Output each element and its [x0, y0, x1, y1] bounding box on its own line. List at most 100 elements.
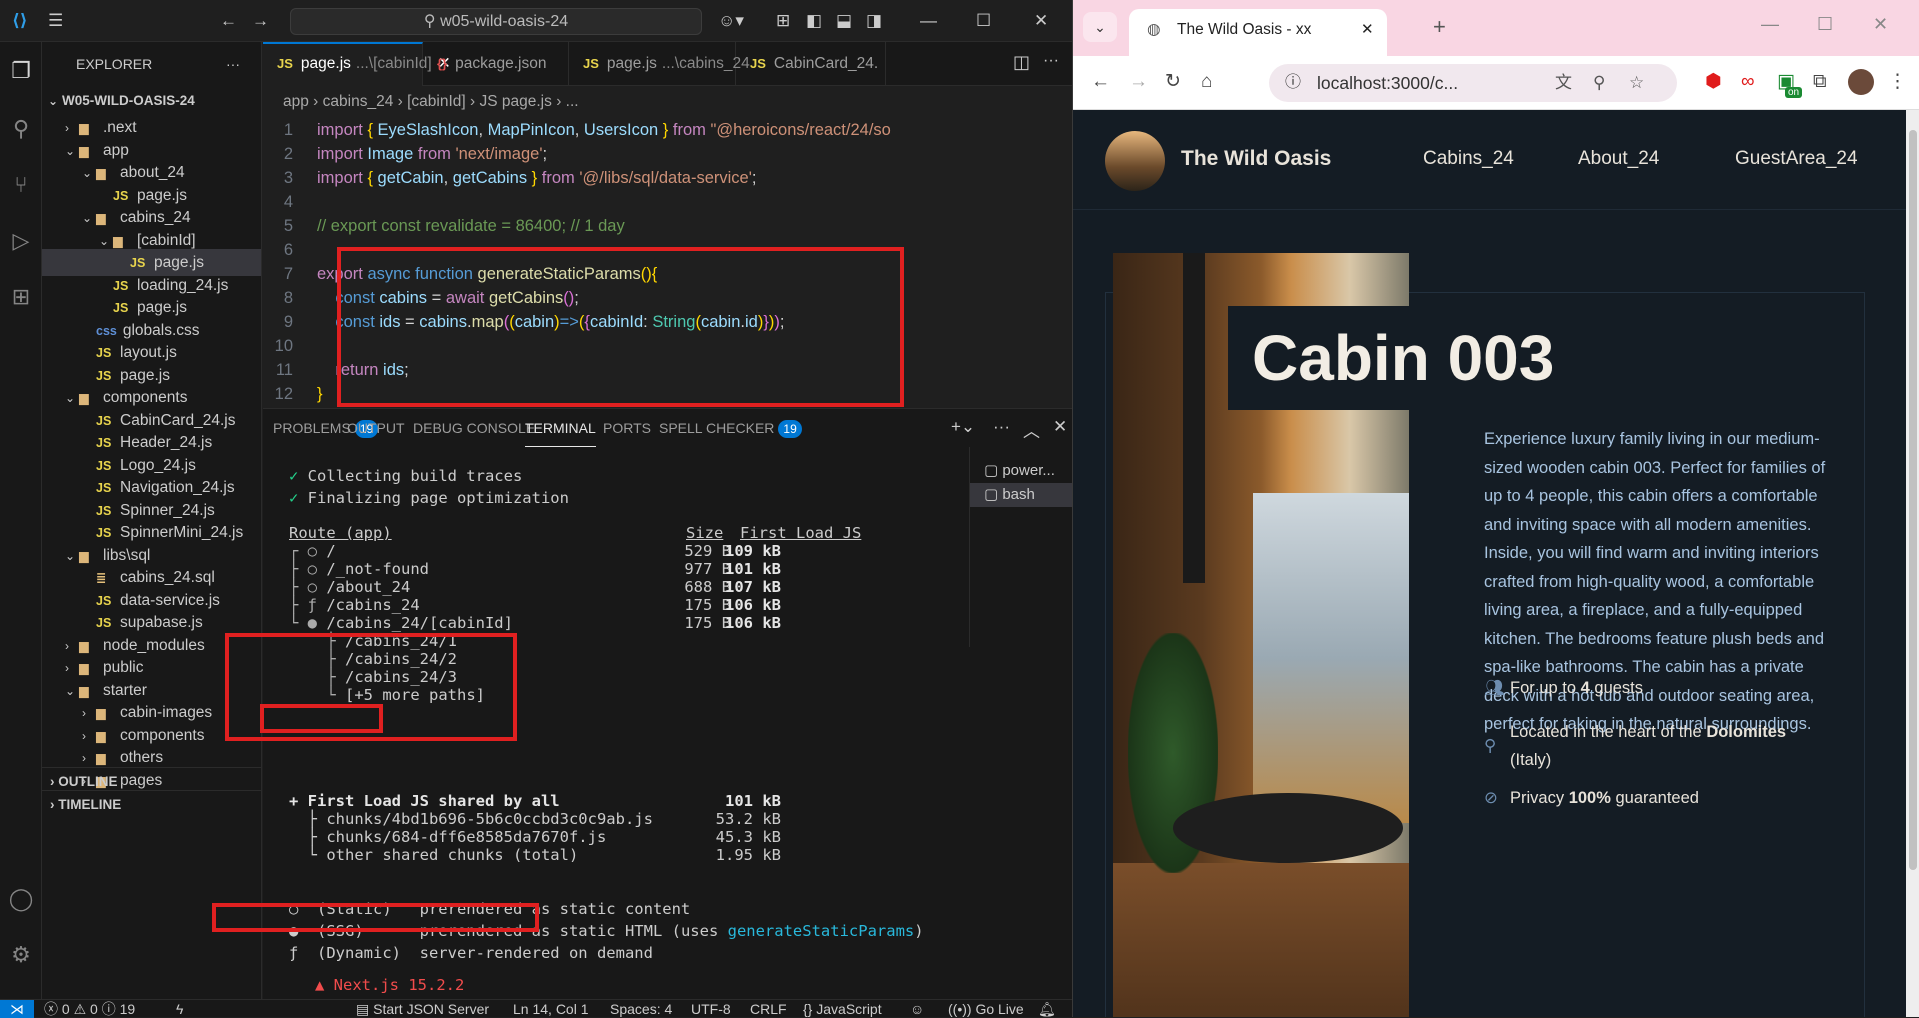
- toggle-panel-icon[interactable]: ⬓: [836, 11, 852, 31]
- terminal-instance[interactable]: ▢ power...: [970, 459, 1073, 483]
- close-panel-icon[interactable]: ✕: [1053, 417, 1067, 437]
- forward-icon[interactable]: →: [1129, 71, 1148, 93]
- timeline-section[interactable]: › TIMELINE: [42, 790, 261, 817]
- route-first-load: 106 kB: [725, 614, 781, 632]
- page-scrollbar[interactable]: [1906, 110, 1919, 1017]
- nav-guest-area[interactable]: GuestArea_24: [1735, 148, 1858, 170]
- copilot-icon[interactable]: ☺▾: [718, 11, 744, 31]
- customize-layout-icon[interactable]: ⊞: [776, 11, 790, 31]
- tree-label: app: [103, 141, 129, 159]
- breadcrumb-item[interactable]: JS page.js: [480, 93, 552, 110]
- tree-label: cabins_24.sql: [120, 569, 215, 586]
- editor-tab[interactable]: JS page.js ...\[cabinId] ✕: [263, 42, 451, 86]
- run-debug-icon[interactable]: ▷: [8, 228, 34, 254]
- back-icon[interactable]: ←: [1091, 71, 1110, 93]
- browser-tab[interactable]: ◍ The Wild Oasis - xx ✕: [1129, 9, 1387, 56]
- panel-tab[interactable]: DEBUG CONSOLE: [413, 409, 535, 447]
- extension-adblock-icon[interactable]: ⬢: [1705, 71, 1722, 93]
- translate-icon[interactable]: 文: [1555, 64, 1572, 102]
- breadcrumb-item[interactable]: cabins_24: [323, 93, 394, 110]
- panel-tab[interactable]: TERMINAL: [525, 409, 596, 447]
- home-icon[interactable]: ⌂: [1201, 71, 1212, 93]
- forward-arrow-icon[interactable]: →: [252, 11, 269, 31]
- zoom-icon[interactable]: ⚲: [1593, 64, 1605, 102]
- close-icon[interactable]: ✕: [1034, 11, 1048, 31]
- code-line: 2 import Image from 'next/image';: [283, 145, 548, 163]
- more-actions-icon[interactable]: ···: [993, 417, 1010, 437]
- encoding[interactable]: UTF-8: [691, 1000, 731, 1018]
- extensions-puzzle-icon[interactable]: ⧉: [1813, 71, 1827, 93]
- cursor-position[interactable]: Ln 14, Col 1: [513, 1000, 589, 1018]
- menu-icon[interactable]: ☰: [48, 11, 63, 31]
- reload-icon[interactable]: ↻: [1165, 71, 1181, 93]
- breadcrumb-separator: ›: [465, 93, 480, 110]
- terminal-line: ✓ Collecting build traces: [289, 467, 523, 485]
- settings-gear-icon[interactable]: ⚙: [8, 942, 34, 968]
- breadcrumb-item[interactable]: [cabinId]: [407, 93, 466, 110]
- new-terminal-icon[interactable]: +⌄: [951, 417, 975, 437]
- address-bar[interactable]: ⓘ localhost:3000/c... 文 ⚲ ☆: [1269, 64, 1677, 102]
- breadcrumb-item[interactable]: ...: [566, 93, 579, 110]
- back-arrow-icon[interactable]: ←: [220, 11, 237, 31]
- more-actions-icon[interactable]: ···: [1043, 52, 1059, 70]
- maximize-panel-icon[interactable]: ︿: [1023, 417, 1040, 442]
- source-control-icon[interactable]: ⑂: [8, 172, 34, 198]
- minimize-icon[interactable]: —: [920, 11, 937, 31]
- split-editor-icon[interactable]: ◫: [1013, 52, 1030, 73]
- terminal-output[interactable]: ✓ Collecting build traces ✓ Finalizing p…: [263, 447, 953, 1000]
- toggle-secondary-sidebar-icon[interactable]: ◨: [866, 11, 882, 31]
- panel-tab[interactable]: OUTPUT: [347, 409, 405, 447]
- tree-label: [cabinId]: [137, 231, 196, 249]
- tab-search-icon[interactable]: ⌄: [1083, 12, 1117, 42]
- lightning-icon[interactable]: ϟ: [176, 1000, 183, 1018]
- maximize-icon[interactable]: ☐: [1817, 14, 1833, 35]
- site-brand[interactable]: The Wild Oasis: [1181, 147, 1331, 171]
- nav-about[interactable]: About_24: [1578, 148, 1659, 170]
- toggle-sidebar-icon[interactable]: ◧: [806, 11, 822, 31]
- extension-icon[interactable]: ∞: [1741, 71, 1755, 93]
- new-tab-icon[interactable]: +: [1433, 14, 1446, 40]
- account-icon[interactable]: ◯: [8, 886, 34, 912]
- site-info-icon[interactable]: ⓘ: [1285, 64, 1301, 102]
- copilot-status-icon[interactable]: ☺: [910, 1000, 924, 1018]
- json-server-status[interactable]: ▤ Start JSON Server: [356, 1000, 489, 1018]
- bookmark-star-icon[interactable]: ☆: [1629, 64, 1644, 102]
- more-actions-icon[interactable]: ···: [226, 42, 240, 87]
- command-center-search[interactable]: ⚲ w05-wild-oasis-24: [290, 8, 702, 35]
- panel-tab[interactable]: SPELL CHECKER 19: [659, 409, 802, 447]
- workspace-root[interactable]: ⌄ W05-WILD-OASIS-24: [42, 87, 261, 114]
- go-live-button[interactable]: ((•)) Go Live: [948, 1000, 1024, 1018]
- code-editor[interactable]: 1 import { EyeSlashIcon, MapPinIcon, User…: [263, 118, 1072, 408]
- profile-avatar[interactable]: [1848, 69, 1874, 95]
- title-bar: ⟨⟩ ☰ ← → ⚲ w05-wild-oasis-24 ☺▾ ⊞ ◧ ⬓ ◨ …: [0, 0, 1072, 42]
- feature-guests: 👥︎ For up to 4 guests: [1484, 674, 1643, 702]
- close-icon[interactable]: ✕: [1873, 14, 1888, 35]
- maximize-icon[interactable]: ☐: [976, 11, 991, 31]
- explorer-icon[interactable]: ❐: [8, 58, 34, 84]
- terminal-instance[interactable]: ▢ bash: [970, 483, 1073, 507]
- website-viewport: The Wild Oasis Cabins_24 About_24 GuestA…: [1073, 110, 1906, 1017]
- editor-tab[interactable]: {} package.json: [423, 42, 569, 86]
- scrollbar-thumb[interactable]: [1909, 130, 1917, 870]
- remote-icon[interactable]: ⋊: [0, 1000, 34, 1018]
- tree-label: supabase.js: [120, 614, 203, 631]
- indentation[interactable]: Spaces: 4: [610, 1000, 672, 1018]
- chrome-menu-icon[interactable]: ⋮: [1888, 71, 1907, 93]
- panel-tab[interactable]: PORTS: [603, 409, 651, 447]
- bottom-panel: PROBLEMS 19 OUTPUT DEBUG CONSOLE TERMINAL POR…: [212, 408, 1073, 1000]
- line-ending[interactable]: CRLF: [750, 1000, 787, 1018]
- extensions-icon[interactable]: ⊞: [8, 284, 34, 310]
- language-mode[interactable]: {} JavaScript: [803, 1000, 882, 1018]
- site-logo[interactable]: [1105, 131, 1165, 191]
- problems-status[interactable]: ⓧ 0 ⚠ 0 ⓘ 19: [44, 1000, 135, 1018]
- terminal-icon: ▢: [984, 486, 1003, 503]
- notifications-icon[interactable]: 🔔︎: [1038, 1000, 1056, 1018]
- breadcrumb-item[interactable]: app: [283, 93, 309, 110]
- editor-tab[interactable]: JS CabinCard_24.: [736, 42, 886, 86]
- editor-tab[interactable]: JS page.js ...\cabins_24: [569, 42, 750, 86]
- code-line: 12}: [274, 385, 323, 403]
- nav-cabins[interactable]: Cabins_24: [1423, 148, 1514, 170]
- close-tab-icon[interactable]: ✕: [1361, 9, 1374, 51]
- search-icon[interactable]: ⚲: [8, 116, 34, 142]
- minimize-icon[interactable]: —: [1761, 14, 1779, 35]
